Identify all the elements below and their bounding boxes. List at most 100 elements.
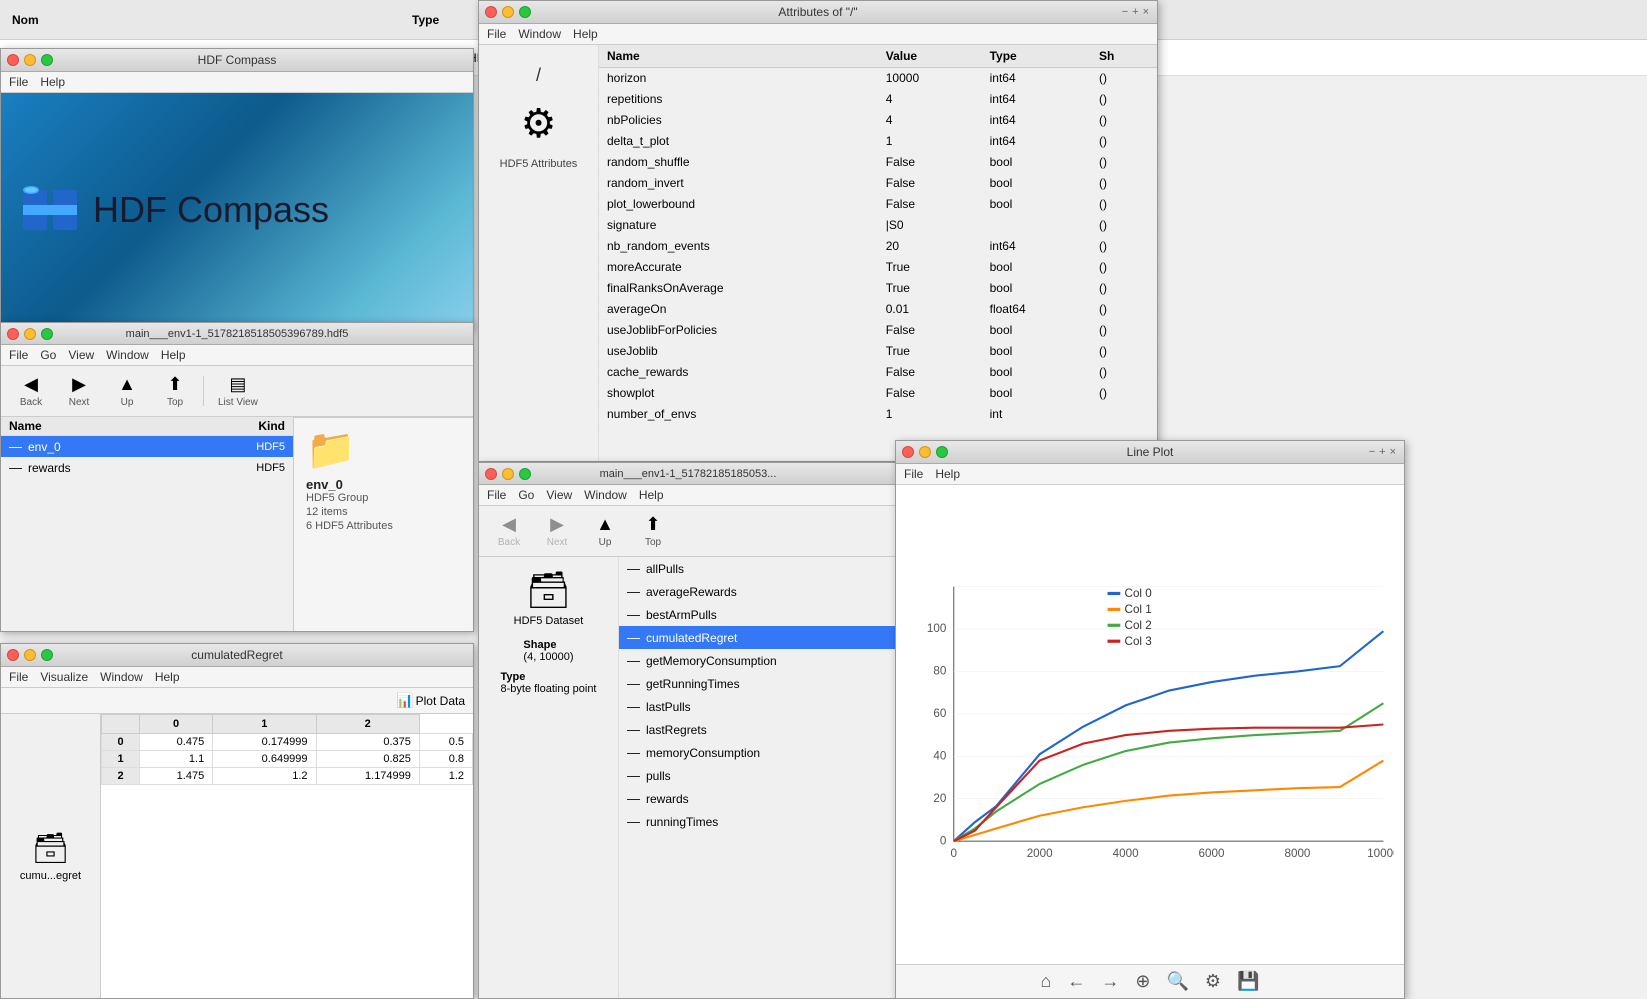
next-button[interactable]: ▶ Next [57,370,101,412]
hdf5-file-row[interactable]: —rewards [619,787,897,810]
nav-menu-go[interactable]: Go [518,488,534,502]
hdf5-file-row[interactable]: —runningTimes [619,810,897,833]
hdf5-file-row[interactable]: —bestArmPulls [619,603,897,626]
home-btn[interactable]: ⌂ [1041,971,1052,992]
hdf-welcome-max-btn[interactable] [41,54,53,66]
attr-row[interactable]: plot_lowerboundFalsebool() [599,194,1157,215]
line-plot-min-btn[interactable] [919,446,931,458]
attr-close-btn[interactable] [485,6,497,18]
attr-row[interactable]: nb_random_events20int64() [599,236,1157,257]
hdf5-file-row[interactable]: —getMemoryConsumption [619,649,897,672]
nav-next-button[interactable]: ▶ Next [535,510,579,552]
attr-row[interactable]: nbPolicies4int64() [599,110,1157,131]
file-browser-min-btn[interactable] [24,328,36,340]
attr-win-ctrl-3[interactable]: × [1143,6,1149,18]
hdf5-nav-max-btn[interactable] [519,468,531,480]
attr-row[interactable]: horizon10000int64() [599,68,1157,89]
back-button[interactable]: ◀ Back [9,370,53,412]
attr-row[interactable]: cache_rewardsFalsebool() [599,362,1157,383]
data-row[interactable]: 21.4751.21.1749991.2 [102,768,473,785]
attr-row[interactable]: averageOn0.01float64() [599,299,1157,320]
next-btn[interactable]: → [1101,971,1119,992]
attr-row[interactable]: useJoblibTruebool() [599,341,1157,362]
fb-menu-help[interactable]: Help [161,348,186,362]
list-view-button[interactable]: ▤ List View [210,370,266,412]
fb-menu-window[interactable]: Window [106,348,149,362]
attr-win-ctrl-1[interactable]: − [1122,6,1128,18]
line-plot-max-btn[interactable] [936,446,948,458]
attr-menu-help[interactable]: Help [573,27,598,41]
cum-regret-min-btn[interactable] [24,649,36,661]
data-row[interactable]: 00.4750.1749990.3750.5 [102,734,473,751]
attr-row[interactable]: signature|S0() [599,215,1157,236]
plot-data-button[interactable]: 📊 Plot Data [396,692,465,709]
save-btn[interactable]: 💾 [1237,971,1259,992]
attr-row[interactable]: repetitions4int64() [599,89,1157,110]
cr-menu-win[interactable]: Window [100,670,143,684]
prev-btn[interactable]: ← [1067,971,1085,992]
attr-row[interactable]: moreAccurateTruebool() [599,257,1157,278]
menu-help[interactable]: Help [40,75,65,89]
move-btn[interactable]: ⊕ [1135,971,1150,992]
file-row-rewards[interactable]: — rewards HDF5 [1,457,293,478]
file-browser-close-btn[interactable] [7,328,19,340]
nav-menu-view[interactable]: View [546,488,572,502]
file-row-env0[interactable]: — env_0 HDF5 [1,436,293,457]
hdf5-file-row[interactable]: —lastRegrets [619,718,897,741]
attr-row[interactable]: showplotFalsebool() [599,383,1157,404]
svg-text:Col 2: Col 2 [1125,619,1152,632]
cum-regret-close-btn[interactable] [7,649,19,661]
data-row[interactable]: 11.10.6499990.8250.8 [102,751,473,768]
nav-menu-window[interactable]: Window [584,488,627,502]
nav-up-button[interactable]: ▲ Up [583,510,627,552]
hdf5-nav-min-btn[interactable] [502,468,514,480]
lp-menu-help[interactable]: Help [935,467,960,481]
line-plot-ctrl-1[interactable]: − [1369,446,1375,458]
lp-menu-file[interactable]: File [904,467,923,481]
hdf5-file-row[interactable]: —pulls [619,764,897,787]
line-plot-close-btn[interactable] [902,446,914,458]
hdf-welcome-min-btn[interactable] [24,54,36,66]
cr-menu-file[interactable]: File [9,670,28,684]
attr-shape: () [1091,89,1157,110]
attr-min-btn[interactable] [502,6,514,18]
attr-row[interactable]: random_invertFalsebool() [599,173,1157,194]
hdf5-file-row[interactable]: —getRunningTimes [619,672,897,695]
hdf5-file-row[interactable]: —memoryConsumption [619,741,897,764]
attr-max-btn[interactable] [519,6,531,18]
cr-menu-help[interactable]: Help [155,670,180,684]
attr-row[interactable]: number_of_envs1int [599,404,1157,425]
nav-top-button[interactable]: ⬆ Top [631,510,675,552]
cr-menu-vis[interactable]: Visualize [40,670,88,684]
hdf-welcome-close-btn[interactable] [7,54,19,66]
file-browser-max-btn[interactable] [41,328,53,340]
hdf5-file-row[interactable]: —averageRewards [619,580,897,603]
col0-line [954,631,1384,841]
attr-menu-window[interactable]: Window [518,27,561,41]
zoom-btn[interactable]: 🔍 [1166,971,1188,992]
fb-menu-file[interactable]: File [9,348,28,362]
attr-row[interactable]: random_shuffleFalsebool() [599,152,1157,173]
attr-menu-file[interactable]: File [487,27,506,41]
hdf5-file-name: getRunningTimes [646,677,740,691]
attr-win-ctrl-2[interactable]: + [1132,6,1138,18]
hdf5-file-row[interactable]: —lastPulls [619,695,897,718]
attr-row[interactable]: useJoblibForPoliciesFalsebool() [599,320,1157,341]
hdf5-nav-close-btn[interactable] [485,468,497,480]
hdf5-file-row[interactable]: —allPulls [619,557,897,580]
menu-file[interactable]: File [9,75,28,89]
line-plot-ctrl-3[interactable]: × [1390,446,1396,458]
fb-menu-view[interactable]: View [68,348,94,362]
nav-menu-help[interactable]: Help [639,488,664,502]
up-button[interactable]: ▲ Up [105,370,149,412]
attr-row[interactable]: finalRanksOnAverageTruebool() [599,278,1157,299]
nav-menu-file[interactable]: File [487,488,506,502]
line-plot-ctrl-2[interactable]: + [1379,446,1385,458]
attr-row[interactable]: delta_t_plot1int64() [599,131,1157,152]
settings-btn[interactable]: ⚙ [1205,971,1221,992]
nav-back-button[interactable]: ◀ Back [487,510,531,552]
hdf5-file-row[interactable]: —cumulatedRegret [619,626,897,649]
cum-regret-max-btn[interactable] [41,649,53,661]
top-button[interactable]: ⬆ Top [153,370,197,412]
fb-menu-go[interactable]: Go [40,348,56,362]
